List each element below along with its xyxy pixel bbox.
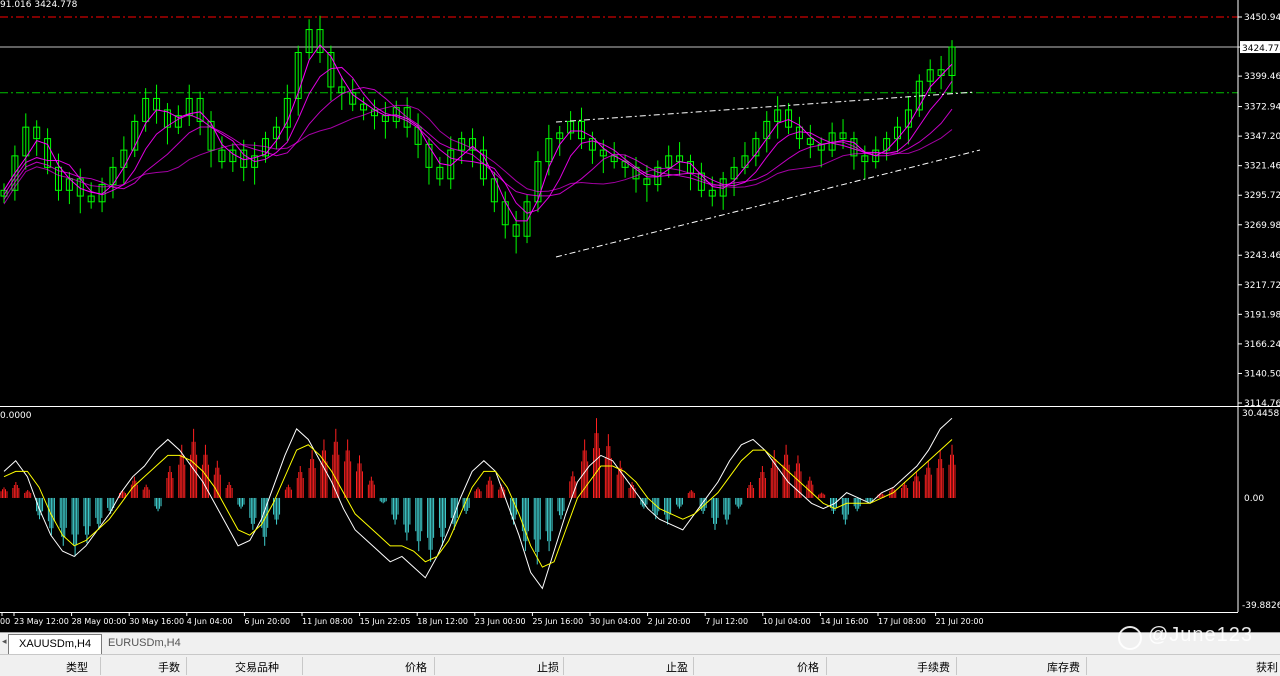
time-tick-label: 00 (0, 617, 10, 626)
tab-xauusdm-h4[interactable]: XAUUSDm,H4 (8, 634, 103, 654)
time-tick-label: 23 Jun 00:00 (475, 617, 526, 626)
indicator-zero-label: 0.00 (1244, 494, 1264, 504)
signal-line (3, 439, 953, 568)
moving-average-line (3, 66, 953, 214)
price-tick-label: 3347.200 (1244, 132, 1280, 142)
time-tick-label: 30 May 16:00 (129, 617, 184, 626)
watermark-logo-icon (1118, 626, 1142, 650)
price-tick-label: 3372.940 (1244, 103, 1280, 113)
channel-lower-line (555, 149, 981, 258)
time-tick-label: 7 Jul 12:00 (705, 617, 748, 626)
trade-table-header: 类型 手数 交易品种 价格 止损 止盈 价格 手续费 库存费 获利 (0, 654, 1280, 676)
channel-upper-line (555, 91, 976, 123)
price-tick-label: 3399.460 (1244, 72, 1280, 82)
time-tick-label: 11 Jun 08:00 (302, 617, 353, 626)
price-tick-label: 3243.460 (1244, 251, 1280, 261)
price-tick-label: 3166.240 (1244, 340, 1280, 350)
time-tick-label: 2 Jul 20:00 (648, 617, 691, 626)
time-tick-label: 30 Jun 04:00 (590, 617, 641, 626)
price-tick-label: 3450.940 (1244, 13, 1280, 23)
column-take-profit[interactable]: 止盈 (666, 659, 688, 675)
indicator-max-label: 30.4458 (1242, 409, 1279, 419)
price-tick-label: 3140.500 (1244, 369, 1280, 379)
price-tick-label: 3217.720 (1244, 281, 1280, 291)
price-tick-label: 3321.460 (1244, 162, 1280, 172)
column-price[interactable]: 价格 (405, 659, 427, 675)
time-tick-label: 4 Jun 04:00 (187, 617, 233, 626)
column-stop-loss[interactable]: 止损 (537, 659, 559, 675)
time-tick-label: 28 May 00:00 (72, 617, 127, 626)
time-tick-label: 14 Jul 16:00 (820, 617, 868, 626)
tab-scroll-left-icon[interactable]: ◂ (2, 637, 7, 647)
price-panel[interactable] (0, 15, 1238, 258)
price-tick-label: 3191.980 (1244, 310, 1280, 320)
column-commission[interactable]: 手续费 (917, 659, 950, 675)
tab-label: EURUSDm,H4 (108, 637, 181, 649)
current-price-label: 3424.778 (1242, 44, 1280, 54)
indicator-min-label: -39.8826 (1242, 601, 1280, 611)
moving-average-line (3, 104, 953, 205)
price-tick-label: 3295.720 (1244, 191, 1280, 201)
trading-chart[interactable]: 3450.940 3424.778 3399.460 3372.940 3347.200… (0, 0, 1280, 632)
time-tick-label: 6 Jun 20:00 (244, 617, 290, 626)
column-type[interactable]: 类型 (66, 659, 88, 675)
tab-eurusdm-h4[interactable]: EURUSDm,H4 (98, 634, 191, 654)
time-tick-label: 15 Jun 22:05 (360, 617, 411, 626)
column-lots[interactable]: 手数 (158, 659, 180, 675)
tab-label: XAUUSDm,H4 (19, 638, 92, 650)
axis-labels: 3450.940 3424.778 3399.460 3372.940 3347.200… (0, 0, 1280, 626)
column-current-price[interactable]: 价格 (797, 659, 819, 675)
axes (0, 0, 1280, 613)
time-tick-label: 21 Jul 20:00 (936, 617, 984, 626)
macd-line (3, 417, 953, 590)
column-symbol[interactable]: 交易品种 (235, 659, 279, 675)
column-swap[interactable]: 库存费 (1047, 659, 1080, 675)
indicator-left-label: 0.0000 (0, 411, 32, 421)
price-tick-label: 3114.760 (1244, 399, 1280, 409)
symbol-tabs-bar: ◂ XAUUSDm,H4 EURUSDm,H4 (0, 632, 1280, 654)
chart-header-info: 91.016 3424.778 (0, 0, 78, 10)
price-tick-label: 3269.980 (1244, 221, 1280, 231)
time-tick-label: 23 May 12:00 (14, 617, 69, 626)
watermark-text: @June123 (1148, 624, 1254, 646)
column-profit[interactable]: 获利 (1256, 659, 1278, 675)
time-tick-label: 10 Jul 04:00 (763, 617, 811, 626)
macd-indicator-panel[interactable] (0, 417, 956, 590)
moving-average-line (3, 87, 953, 200)
time-tick-label: 18 Jun 12:00 (417, 617, 468, 626)
time-tick-label: 17 Jul 08:00 (878, 617, 926, 626)
time-tick-label: 25 Jun 16:00 (532, 617, 583, 626)
